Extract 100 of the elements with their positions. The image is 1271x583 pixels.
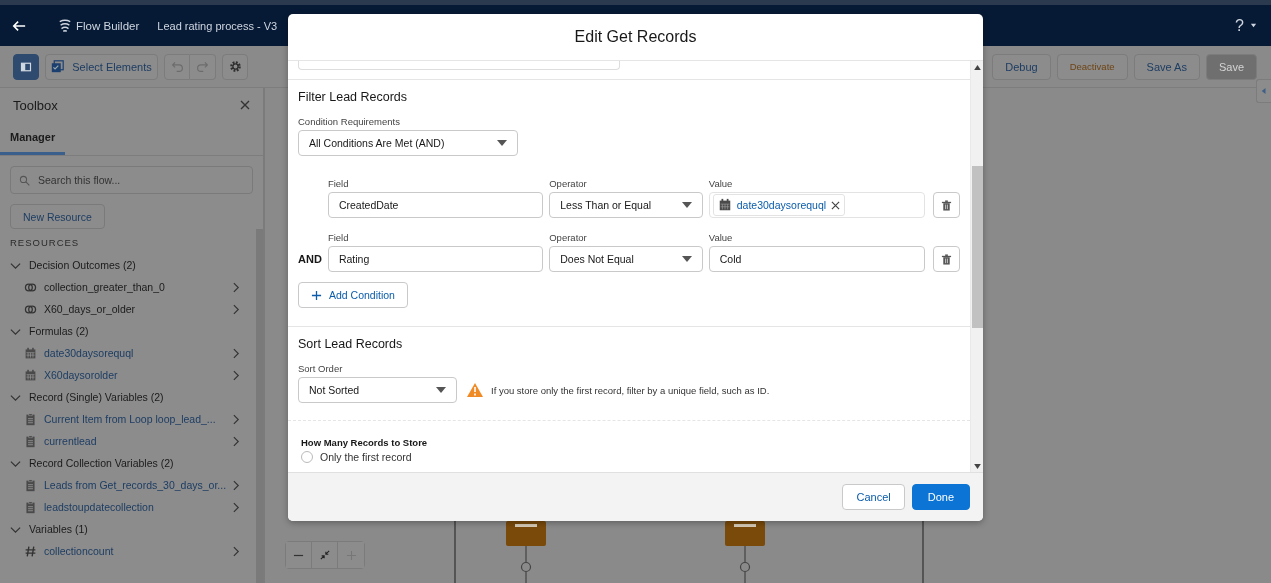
resource-label: Leads from Get_records_30_days_or...	[44, 479, 227, 491]
chevron-right-icon	[233, 435, 241, 447]
hash-icon	[24, 544, 37, 558]
operator-select[interactable]: Does Not Equal	[549, 246, 703, 272]
search-field[interactable]: Search this flow...	[10, 166, 253, 194]
resource-label: X60daysorolder	[44, 369, 119, 381]
toolbar-button[interactable]: Deactivate	[1056, 53, 1128, 80]
add-condition-button[interactable]: Add Condition	[298, 282, 408, 308]
radio-label: Only the first record	[320, 451, 412, 463]
delete-button[interactable]	[933, 192, 960, 218]
close-icon	[240, 100, 250, 110]
resource-item[interactable]: leadstoupdatecollection	[0, 496, 257, 518]
dropdown-caret-icon	[436, 387, 446, 393]
resource-item[interactable]: collection_greater_than_0	[0, 276, 257, 298]
search-input[interactable]: Search this flow...	[36, 173, 244, 187]
field-label: Operator	[549, 178, 588, 189]
settings-button[interactable]	[222, 53, 248, 80]
outcome-icon	[24, 302, 37, 316]
value-input[interactable]: date30daysorequql	[708, 192, 926, 218]
panel-icon	[20, 60, 32, 73]
redo-icon	[196, 60, 209, 73]
condition-connector: AND	[298, 253, 322, 265]
chevron-right-icon	[233, 479, 241, 491]
resource-item[interactable]: X60daysorolder	[0, 364, 257, 386]
value-input[interactable]: Cold	[708, 246, 926, 272]
tree-group[interactable]: Variables (1)	[0, 518, 257, 540]
sort-order-select[interactable]: Not Sorted	[298, 377, 457, 403]
dialog-title: Edit Get Records	[288, 14, 983, 61]
chevron-right-icon	[233, 369, 241, 381]
condition-requirements-select[interactable]: All Conditions Are Met (AND)	[298, 130, 518, 156]
cancel-button[interactable]: Cancel	[842, 484, 905, 510]
chevron-right-icon	[233, 413, 241, 425]
left-caret-icon	[1261, 87, 1267, 95]
resource-item[interactable]: date30daysorequql	[0, 342, 257, 364]
manager-tab[interactable]: Manager	[0, 122, 66, 155]
group-label: Variables (1)	[29, 523, 88, 535]
resource-item[interactable]: Leads from Get_records_30_days_or...	[0, 474, 257, 496]
field-label: Operator	[549, 232, 588, 243]
toolbar-button[interactable]: Save As	[1133, 53, 1200, 80]
close-button[interactable]	[240, 100, 250, 110]
resource-item[interactable]: currentlead	[0, 430, 257, 452]
clipboard-icon	[24, 434, 37, 448]
scrollbar[interactable]	[970, 61, 983, 472]
resource-label: date30daysorequql	[44, 347, 135, 359]
field-label: Condition Requirements	[298, 116, 401, 127]
section-heading: How Many Records to Store	[301, 437, 429, 448]
help-button[interactable]: ?	[1235, 16, 1257, 35]
tree-group[interactable]: Formulas (2)	[0, 320, 257, 342]
trash-icon	[941, 199, 953, 211]
remove-icon	[831, 200, 841, 210]
redo-button[interactable]	[190, 53, 216, 80]
select-elements-button[interactable]: Select Elements	[45, 53, 158, 80]
new-resource-button[interactable]: New Resource	[10, 204, 105, 229]
group-label: Formulas (2)	[29, 325, 89, 337]
tree-group[interactable]: Record (Single) Variables (2)	[0, 386, 257, 408]
field-label: Sort Order	[298, 363, 344, 374]
resource-item[interactable]: collectioncount	[0, 540, 257, 562]
clipboard-icon	[24, 500, 37, 514]
scroll-up-icon	[973, 65, 981, 70]
delete-button[interactable]	[933, 246, 960, 272]
calendar-icon	[717, 198, 732, 212]
resource-item[interactable]: X60_days_or_older	[0, 298, 257, 320]
operator-select[interactable]: Less Than or Equal	[549, 192, 703, 218]
dropdown-caret-icon	[681, 256, 692, 262]
resource-label: X60_days_or_older	[44, 303, 137, 315]
section-heading: RESOURCES	[9, 237, 81, 250]
trash-icon	[941, 253, 953, 265]
clipboard-icon	[24, 478, 37, 492]
chevron-right-icon	[233, 545, 241, 557]
resource-label: Current Item from Loop loop_lead_...	[44, 413, 217, 425]
resource-label: leadstoupdatecollection	[44, 501, 155, 513]
flow-title: Lead rating process - V3	[157, 19, 278, 32]
section-heading: Filter Lead Records	[298, 90, 409, 104]
scroll-thumb[interactable]	[971, 166, 983, 328]
search-icon	[19, 174, 30, 186]
resource-label: collection_greater_than_0	[44, 281, 166, 293]
group-label: Record Collection Variables (2)	[29, 457, 174, 469]
panel-toggle-button[interactable]	[13, 53, 39, 80]
undo-button[interactable]	[164, 53, 190, 80]
undo-icon	[170, 60, 184, 73]
chevron-right-icon	[233, 347, 241, 359]
tree-group[interactable]: Decision Outcomes (2)	[0, 254, 257, 276]
flow-icon	[58, 18, 72, 33]
radio-option[interactable]: Only the first record	[301, 451, 957, 463]
scroll-down-icon	[973, 464, 981, 469]
toolbar-button[interactable]: Debug	[992, 53, 1051, 80]
field-label: Field	[327, 232, 350, 243]
resource-pill[interactable]: date30daysorequql	[712, 194, 846, 216]
clipboard-icon	[24, 412, 37, 426]
field-label: Field	[327, 178, 350, 189]
field-input[interactable]: CreatedDate	[327, 192, 544, 218]
done-button[interactable]: Done	[911, 484, 970, 510]
back-arrow-icon	[12, 18, 26, 33]
dropdown-caret-icon	[497, 140, 507, 146]
collapse-tab[interactable]	[1256, 79, 1271, 103]
warning-icon	[467, 383, 483, 397]
resource-item[interactable]: Current Item from Loop loop_lead_...	[0, 408, 257, 430]
tree-group[interactable]: Record Collection Variables (2)	[0, 452, 257, 474]
field-input[interactable]: Rating	[327, 246, 544, 272]
warning-text: If you store only the first record, filter by a unique field, such as ID.	[491, 384, 770, 396]
